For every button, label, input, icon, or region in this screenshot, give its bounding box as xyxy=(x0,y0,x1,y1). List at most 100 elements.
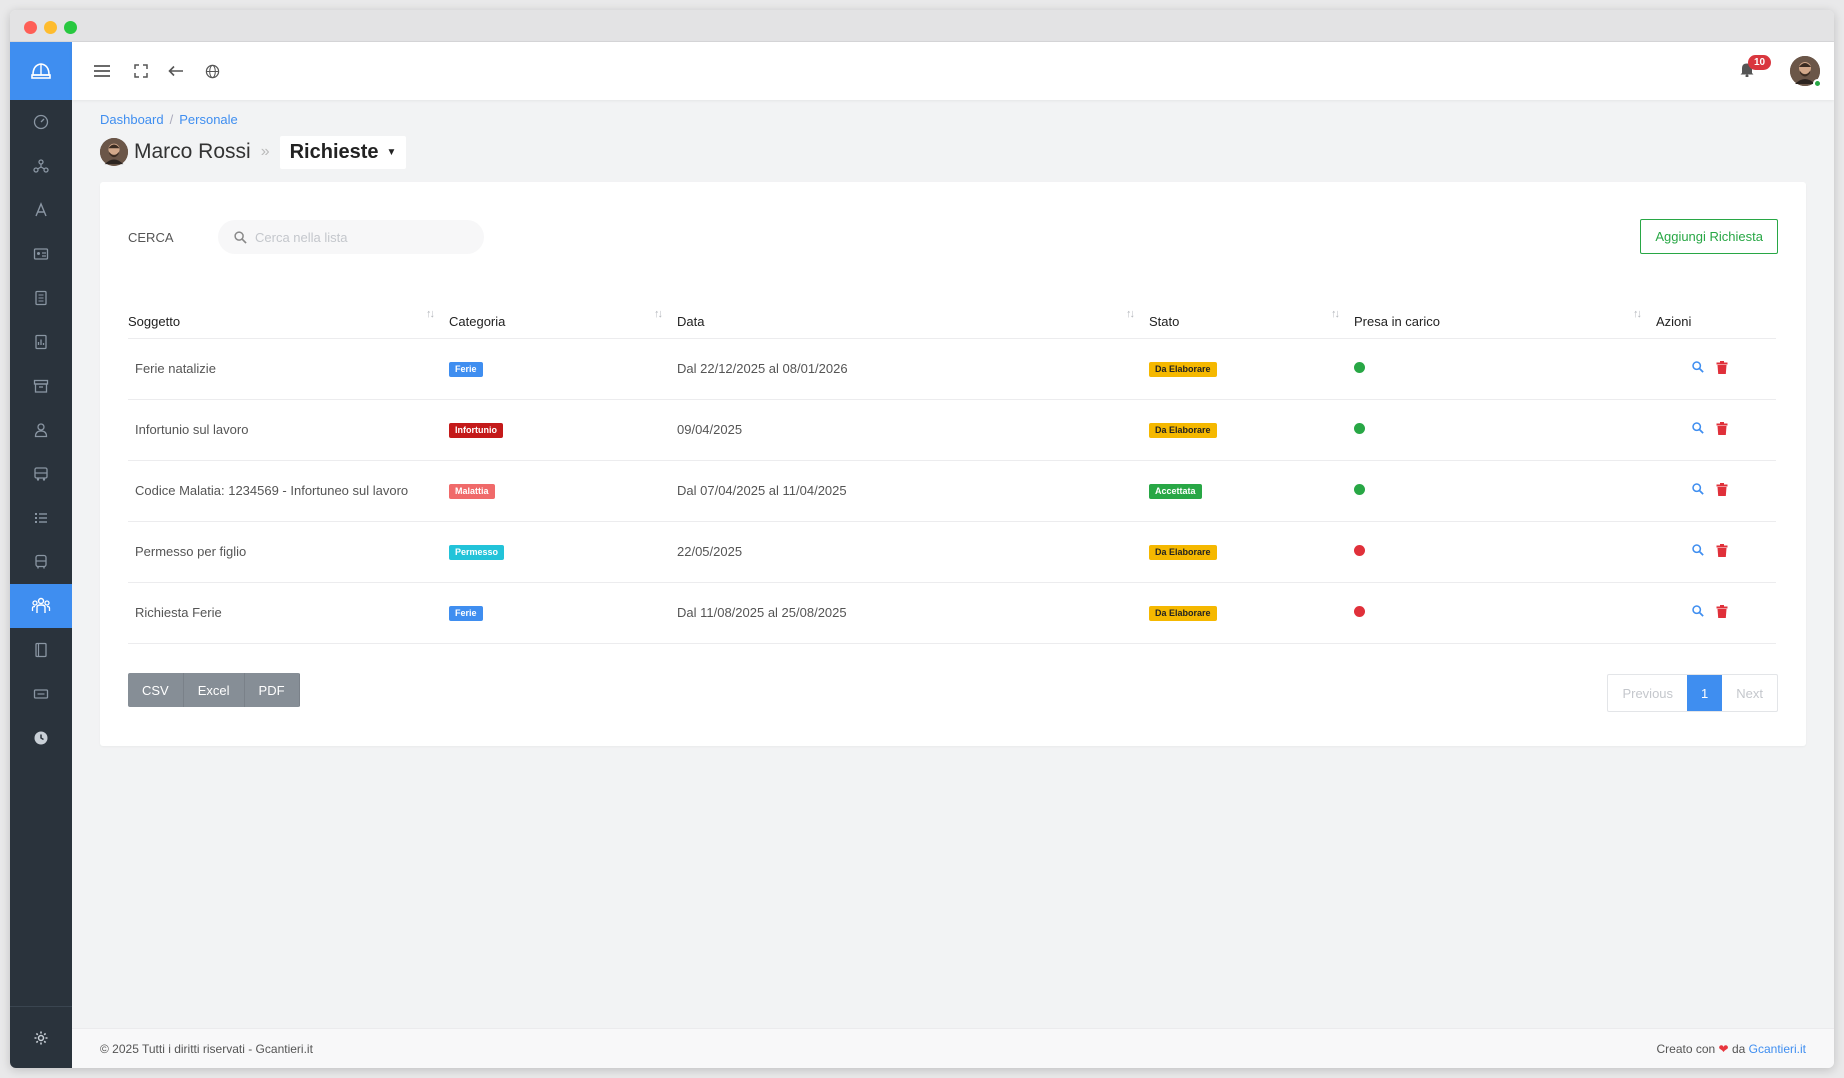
requests-card: CERCA Aggiungi Richiesta Soggetto ↑↓ Cate… xyxy=(100,182,1806,746)
archive-icon xyxy=(33,379,49,393)
breadcrumb-dashboard[interactable]: Dashboard xyxy=(100,112,164,127)
column-header-data[interactable]: Data ↑↓ xyxy=(677,294,1149,339)
sidebar xyxy=(10,42,72,1068)
document-icon xyxy=(35,290,47,306)
sidebar-item-id-card[interactable] xyxy=(10,232,72,276)
menu-toggle-button[interactable] xyxy=(92,61,112,81)
search-icon xyxy=(234,230,247,244)
notifications-button[interactable]: 10 xyxy=(1740,55,1772,81)
header-label: Soggetto xyxy=(128,314,181,330)
sidebar-item-workers[interactable] xyxy=(10,408,72,452)
taken-indicator xyxy=(1354,545,1365,556)
export-csv-button[interactable]: CSV xyxy=(128,673,184,707)
cell-date: Dal 07/04/2025 al 11/04/2025 xyxy=(677,460,1149,522)
taken-indicator xyxy=(1354,606,1365,617)
pagination-next[interactable]: Next xyxy=(1722,675,1777,711)
sidebar-item-vehicles[interactable] xyxy=(10,452,72,496)
cell-taken xyxy=(1354,582,1656,644)
date-text: 09/04/2025 xyxy=(677,422,743,437)
table-row: Infortunio sul lavoro Infortunio 09/04/202… xyxy=(128,399,1776,461)
book-icon xyxy=(35,642,47,658)
notifications-count: 10 xyxy=(1748,55,1772,70)
cell-subject: Richiesta Ferie xyxy=(128,582,449,644)
view-icon[interactable] xyxy=(1692,483,1704,495)
header-label: Data xyxy=(677,314,705,330)
sidebar-item-reports[interactable] xyxy=(10,320,72,364)
sidebar-item-text[interactable] xyxy=(10,188,72,232)
sidebar-item-documents[interactable] xyxy=(10,276,72,320)
pagination: Previous 1 Next xyxy=(1607,674,1778,712)
breadcrumb-separator: / xyxy=(169,112,174,127)
add-request-button[interactable]: Aggiungi Richiesta xyxy=(1640,219,1778,254)
sort-icon: ↑↓ xyxy=(1331,308,1340,320)
close-window-button[interactable] xyxy=(24,21,37,34)
date-text: Dal 07/04/2025 al 11/04/2025 xyxy=(677,483,847,498)
cell-actions xyxy=(1656,460,1776,522)
heart-icon: ❤ xyxy=(1718,1042,1729,1056)
status-badge: Da Elaborare xyxy=(1149,545,1217,560)
cell-taken xyxy=(1354,521,1656,583)
cell-status: Da Elaborare xyxy=(1149,399,1354,461)
header-label: Azioni xyxy=(1656,314,1692,330)
sort-icon: ↑↓ xyxy=(654,308,663,320)
title-bar xyxy=(10,10,1834,42)
main-content: Dashboard / Personale Marco Rossi » Richie… xyxy=(72,100,1834,1028)
column-header-presa-in-carico[interactable]: Presa in carico ↑↓ xyxy=(1354,294,1656,339)
sidebar-item-book[interactable] xyxy=(10,628,72,672)
column-header-stato[interactable]: Stato ↑↓ xyxy=(1149,294,1354,339)
arrow-left-icon xyxy=(168,65,183,77)
breadcrumb-personale[interactable]: Personale xyxy=(179,112,238,127)
cell-actions xyxy=(1656,338,1776,400)
language-button[interactable] xyxy=(202,61,222,81)
pagination-page[interactable]: 1 xyxy=(1687,675,1723,711)
hamburger-icon xyxy=(94,65,110,77)
status-badge: Da Elaborare xyxy=(1149,606,1217,621)
section-dropdown[interactable]: Richieste ▼ xyxy=(279,135,407,169)
sidebar-item-dashboard[interactable] xyxy=(10,100,72,144)
view-icon[interactable] xyxy=(1692,605,1704,617)
trash-icon[interactable] xyxy=(1716,482,1728,496)
clock-icon xyxy=(34,731,48,745)
trash-icon[interactable] xyxy=(1716,604,1728,618)
user-avatar[interactable] xyxy=(1790,56,1822,88)
column-header-soggetto[interactable]: Soggetto ↑↓ xyxy=(128,294,449,339)
view-icon[interactable] xyxy=(1692,361,1704,373)
view-icon[interactable] xyxy=(1692,422,1704,434)
sidebar-item-lists[interactable] xyxy=(10,496,72,540)
sidebar-settings[interactable] xyxy=(10,1006,72,1068)
cell-date: 09/04/2025 xyxy=(677,399,1149,461)
sidebar-item-tickets[interactable] xyxy=(10,672,72,716)
footer: © 2025 Tutti i diritti riservati - Gcant… xyxy=(72,1028,1834,1068)
export-pdf-button[interactable]: PDF xyxy=(244,673,300,707)
sidebar-item-network[interactable] xyxy=(10,144,72,188)
maximize-window-button[interactable] xyxy=(64,21,77,34)
sidebar-item-time[interactable] xyxy=(10,716,72,760)
search-box[interactable] xyxy=(218,220,484,254)
search-input[interactable] xyxy=(255,229,475,245)
trash-icon[interactable] xyxy=(1716,421,1728,435)
back-button[interactable] xyxy=(166,61,186,81)
subject-text: Infortunio sul lavoro xyxy=(135,422,249,437)
column-header-categoria[interactable]: Categoria ↑↓ xyxy=(449,294,677,339)
minimize-window-button[interactable] xyxy=(44,21,57,34)
status-badge: Accettata xyxy=(1149,484,1202,499)
subject-text: Richiesta Ferie xyxy=(135,605,222,620)
sidebar-item-personale[interactable] xyxy=(10,584,72,628)
section-title: Richieste xyxy=(289,140,379,163)
cell-taken xyxy=(1354,338,1656,400)
view-icon[interactable] xyxy=(1692,544,1704,556)
footer-link[interactable]: Gcantieri.it xyxy=(1749,1042,1806,1056)
gauge-icon xyxy=(33,114,49,130)
sidebar-item-archive[interactable] xyxy=(10,364,72,408)
trash-icon[interactable] xyxy=(1716,360,1728,374)
team-icon xyxy=(31,597,51,613)
sidebar-item-transport[interactable] xyxy=(10,540,72,584)
pagination-previous[interactable]: Previous xyxy=(1608,675,1687,711)
table-row: Codice Malatia: 1234569 - Infortuneo sul… xyxy=(128,460,1776,522)
sort-icon: ↑↓ xyxy=(1126,308,1135,320)
app-logo[interactable] xyxy=(10,42,72,100)
export-excel-button[interactable]: Excel xyxy=(183,673,245,707)
trash-icon[interactable] xyxy=(1716,543,1728,557)
fullscreen-button[interactable] xyxy=(131,61,151,81)
date-text: Dal 11/08/2025 al 25/08/2025 xyxy=(677,605,847,620)
